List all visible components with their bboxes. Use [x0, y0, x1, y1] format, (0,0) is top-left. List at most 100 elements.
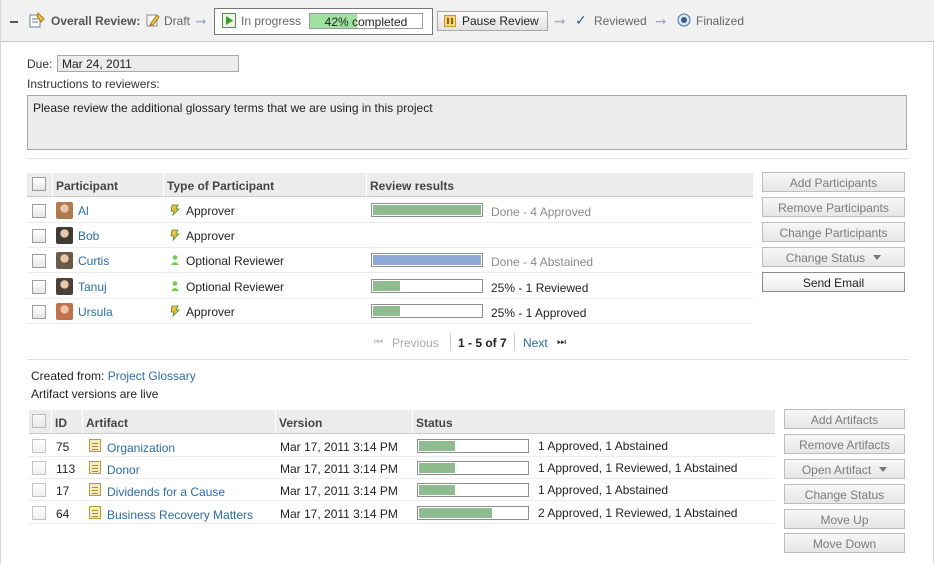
- collapse-icon[interactable]: [9, 17, 19, 27]
- created-from: Created from: Project Glossary: [31, 369, 196, 383]
- due-date-field[interactable]: Mar 24, 2011: [57, 55, 239, 72]
- divider: [27, 359, 909, 360]
- artifact-status-bar: [417, 505, 529, 520]
- participant-name-link[interactable]: Bob: [78, 229, 99, 243]
- add-artifacts-button[interactable]: Add Artifacts: [784, 409, 905, 429]
- divider: [27, 158, 909, 159]
- approver-icon: [170, 204, 180, 217]
- page-range: 1 - 5 of 7: [458, 336, 507, 350]
- step-reviewed: Reviewed: [594, 14, 647, 28]
- artifact-version: Mar 17, 2011 3:14 PM: [280, 440, 398, 454]
- artifact-name-link[interactable]: Donor: [107, 463, 140, 477]
- avatar: [56, 202, 73, 219]
- next-page-link[interactable]: Next: [523, 336, 548, 350]
- participant-row: Ursula Approver 25% - 1 Approved: [27, 299, 753, 324]
- artifact-checkbox[interactable]: [32, 461, 46, 476]
- artifact-status-bar: [417, 483, 529, 498]
- avatar: [56, 277, 73, 295]
- participant-checkbox[interactable]: [32, 204, 46, 218]
- participant-checkbox[interactable]: [32, 279, 46, 294]
- artifact-status-fill: [419, 485, 455, 496]
- artifact-id: 113: [56, 462, 76, 477]
- last-page-icon[interactable]: ⏭: [557, 337, 566, 348]
- artifact-status-text: 2 Approved, 1 Reviewed, 1 Abstained: [538, 505, 738, 520]
- artifact-checkbox[interactable]: [32, 505, 46, 520]
- artifact-live-note: Artifact versions are live: [31, 387, 159, 401]
- remove-participants-button[interactable]: Remove Participants: [762, 197, 905, 217]
- column-artifact[interactable]: Artifact: [86, 416, 128, 430]
- artifact-status-fill: [419, 441, 455, 451]
- participant-row: Tanuj Optional Reviewer 25% - 1 Reviewed: [27, 274, 753, 299]
- participant-row: Bob Approver: [27, 223, 753, 249]
- column-participant[interactable]: Participant: [56, 179, 118, 193]
- move-up-button[interactable]: Move Up: [784, 509, 905, 529]
- artifact-version: Mar 17, 2011 3:14 PM: [280, 462, 398, 477]
- dropdown-caret-icon: [873, 255, 882, 260]
- column-separator: [52, 173, 53, 197]
- review-icon: [29, 12, 45, 28]
- artifact-id: 17: [56, 484, 70, 499]
- artifact-change-status-button[interactable]: Change Status: [784, 484, 905, 504]
- review-result-text: 25% - 1 Approved: [491, 305, 587, 320]
- review-result-text: Done - 4 Approved: [491, 205, 592, 219]
- participant-row: Curtis Optional Reviewer Done - 4 Abstaine…: [27, 248, 753, 274]
- artifact-checkbox[interactable]: [32, 439, 46, 453]
- step-finalized: Finalized: [696, 14, 745, 28]
- artifact-row: 64 Business Recovery Matters Mar 17, 2011 …: [29, 502, 775, 524]
- remove-artifacts-button[interactable]: Remove Artifacts: [784, 434, 905, 454]
- artifact-status-fill: [419, 463, 455, 474]
- move-down-button[interactable]: Move Down: [784, 533, 905, 553]
- participant-name-link[interactable]: Ursula: [78, 305, 113, 319]
- participant-checkbox[interactable]: [32, 254, 46, 269]
- participant-name-link[interactable]: Curtis: [78, 254, 109, 268]
- add-participants-button[interactable]: Add Participants: [762, 172, 905, 192]
- instructions-field[interactable]: Please review the additional glossary te…: [27, 95, 907, 150]
- step-in-progress-label: In progress: [241, 14, 302, 28]
- arrow-right-icon: ➞: [195, 13, 207, 29]
- artifact-name-link[interactable]: Dividends for a Cause: [107, 485, 225, 499]
- artifact-id: 64: [56, 506, 70, 521]
- arrow-right-icon: ➞: [655, 13, 667, 29]
- pause-review-label: Pause Review: [462, 14, 539, 28]
- play-icon: [222, 13, 236, 28]
- select-all-participants-checkbox[interactable]: [32, 177, 46, 191]
- column-id[interactable]: ID: [55, 416, 67, 430]
- participant-name-link[interactable]: Tanuj: [78, 280, 107, 294]
- participant-type: Approver: [186, 229, 235, 244]
- avatar: [56, 302, 73, 320]
- step-draft: Draft: [164, 14, 191, 28]
- artifact-row: 75 Organization Mar 17, 2011 3:14 PM 1 Appr…: [29, 435, 775, 457]
- column-version[interactable]: Version: [279, 416, 322, 430]
- pause-icon: [444, 15, 456, 27]
- review-result-bar: [371, 253, 483, 268]
- send-email-button[interactable]: Send Email: [762, 272, 905, 292]
- participant-name-link[interactable]: Al: [78, 204, 89, 218]
- artifact-row: 113 Donor Mar 17, 2011 3:14 PM 1 Approved, …: [29, 457, 775, 480]
- change-status-label: Change Status: [785, 251, 866, 265]
- artifact-name-link[interactable]: Business Recovery Matters: [107, 508, 253, 522]
- review-result-text: 25% - 1 Reviewed: [491, 280, 589, 295]
- document-icon: [89, 505, 101, 519]
- open-artifact-button[interactable]: Open Artifact: [784, 459, 905, 479]
- column-status[interactable]: Status: [416, 416, 453, 430]
- participant-type: Approver: [186, 204, 235, 218]
- review-panel: Overall Review: Draft ➞ In progress 42% …: [0, 0, 934, 564]
- artifact-checkbox[interactable]: [32, 483, 46, 498]
- avatar: [56, 252, 73, 270]
- pause-review-button[interactable]: Pause Review: [437, 11, 548, 31]
- artifacts-header: ID Artifact Version Status: [29, 410, 775, 434]
- change-status-button[interactable]: Change Status: [762, 247, 905, 267]
- project-glossary-link[interactable]: Project Glossary: [108, 369, 196, 383]
- previous-page-link[interactable]: Previous: [392, 336, 439, 350]
- change-participants-button[interactable]: Change Participants: [762, 222, 905, 242]
- first-page-icon[interactable]: ⏮: [374, 337, 383, 348]
- artifact-name-link[interactable]: Organization: [107, 441, 175, 455]
- participant-checkbox[interactable]: [32, 229, 46, 244]
- column-review-results[interactable]: Review results: [370, 179, 454, 193]
- column-type[interactable]: Type of Participant: [167, 179, 274, 193]
- artifact-status-fill: [419, 507, 492, 518]
- approver-icon: [170, 229, 180, 242]
- participant-checkbox[interactable]: [32, 304, 46, 319]
- column-separator: [51, 410, 52, 434]
- select-all-artifacts-checkbox[interactable]: [32, 414, 46, 428]
